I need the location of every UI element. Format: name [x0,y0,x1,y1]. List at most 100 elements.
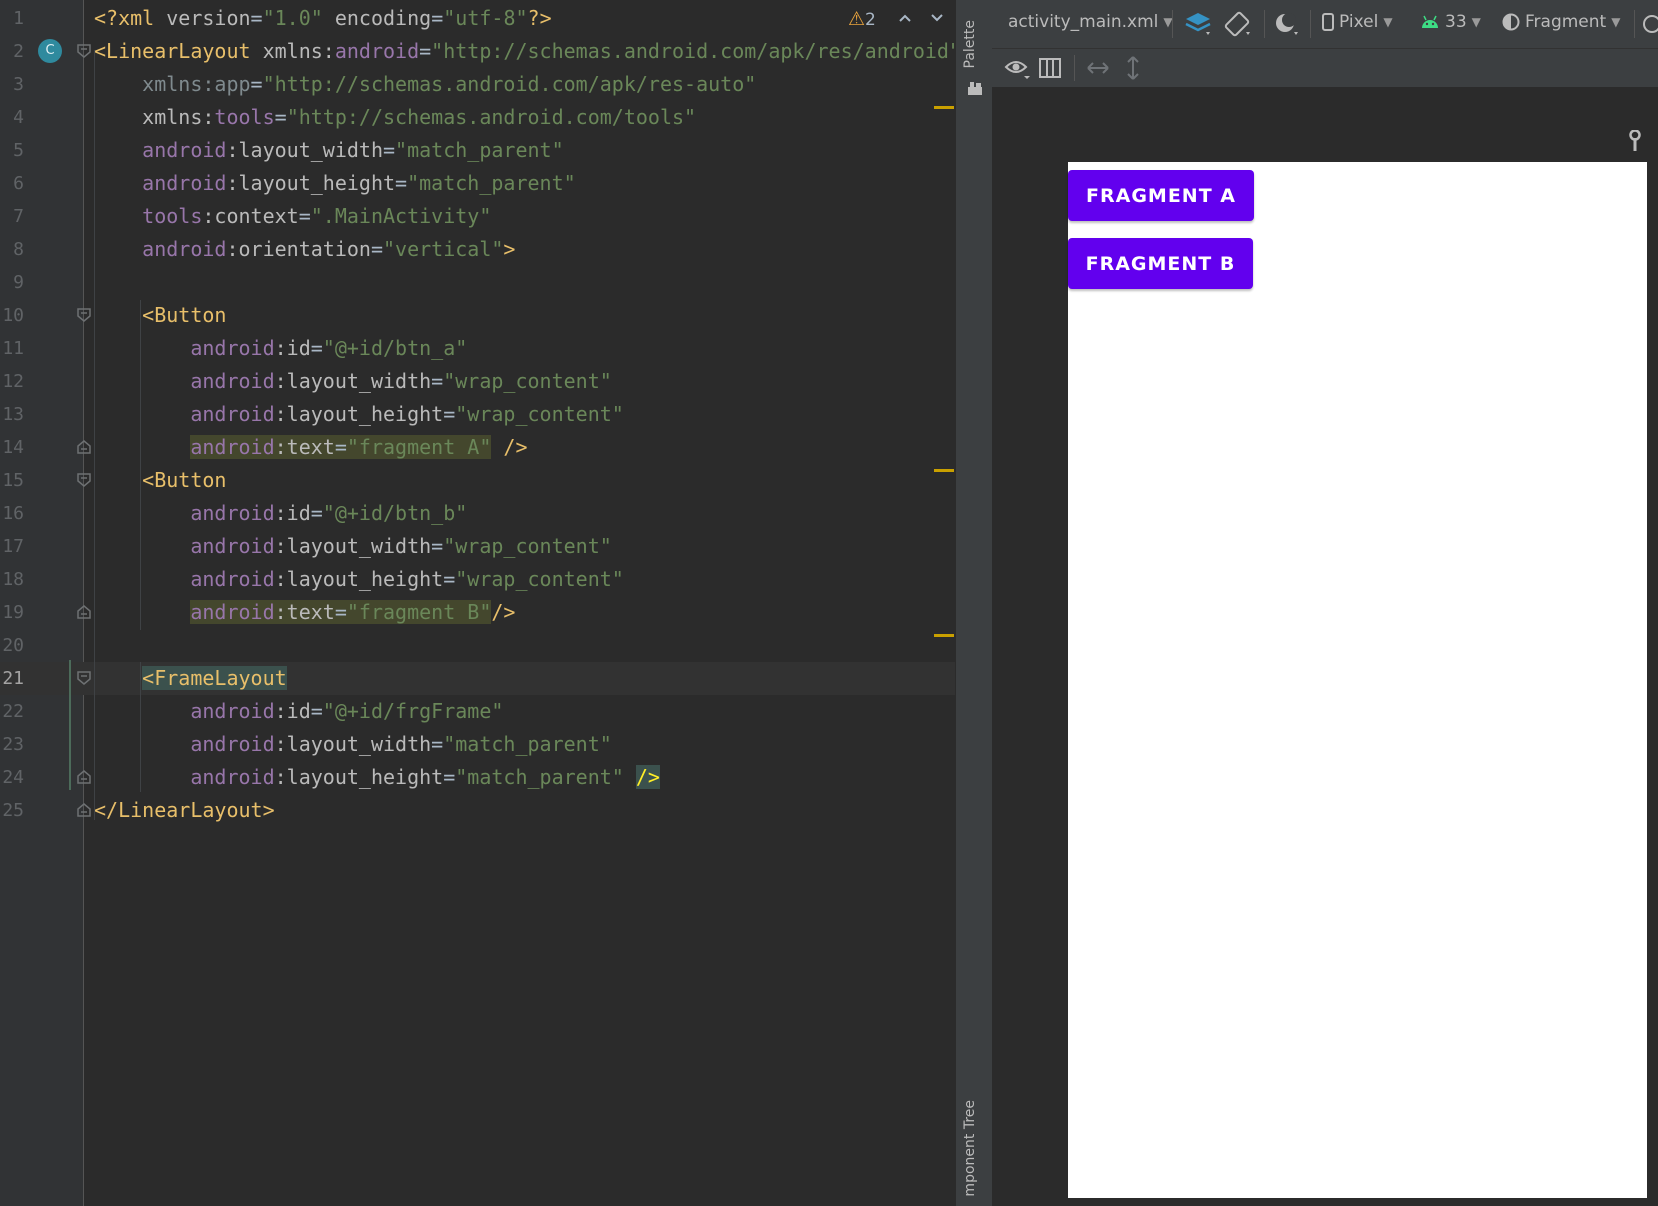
line-number: 4 [13,107,24,128]
api-level-selector[interactable]: 33 ▼ [1420,12,1481,32]
line-number: 8 [13,239,24,260]
device-selector[interactable]: Pixel ▼ [1322,12,1393,32]
scroll-marker[interactable] [934,106,954,109]
vertical-resize-icon[interactable] [1124,55,1142,85]
line-number: 11 [2,338,24,359]
code-text: xmlns:app="http://schemas.android.com/ap… [94,72,757,96]
code-text: <FrameLayout [142,666,287,690]
code-line[interactable]: 13 android:layout_height="wrap_content" [0,398,955,431]
design-toolbar: activity_main.xml ▼ Pixel ▼ 33 ▼ Fragmen… [992,0,1658,49]
line-number: 19 [2,602,24,623]
line-number: 7 [13,206,24,227]
scroll-marker[interactable] [934,469,954,472]
code-text: <Button [94,468,227,492]
line-number: 10 [2,305,24,326]
palette-tab[interactable]: Palette [962,20,978,69]
code-text: android:layout_height="match_parent" [94,171,576,195]
file-selector[interactable]: activity_main.xml ▼ [1008,12,1173,32]
design-canvas[interactable]: FRAGMENT A FRAGMENT B [992,88,1658,1206]
code-line[interactable]: 19 android:text="fragment B"/> [0,596,955,629]
code-line[interactable]: 18 android:layout_height="wrap_content" [0,563,955,596]
code-line[interactable]: 9 [0,266,955,299]
toolbar-separator [1172,10,1173,38]
code-text: <LinearLayout xmlns:android="http://sche… [94,39,955,63]
line-number: 3 [13,74,24,95]
next-highlight-button[interactable] [930,8,944,27]
line-number: 14 [2,437,24,458]
code-line[interactable]: 11 android:id="@+id/btn_a" [0,332,955,365]
code-text: android:layout_width="match_parent" [94,138,564,162]
code-line[interactable]: 21 <FrameLayout [0,662,955,695]
code-line[interactable]: 20 [0,629,955,662]
indent-guide [140,300,141,470]
palette-icon[interactable] [967,80,983,100]
code-line[interactable]: 10 <Button [0,299,955,332]
code-line[interactable]: 25 </LinearLayout> [0,794,955,827]
line-number: 5 [13,140,24,161]
theme-selector[interactable]: Fragment ▼ [1502,12,1620,32]
code-editor[interactable]: 1 <?xml version="1.0" encoding="utf-8"?> 2… [0,0,955,1206]
design-sub-toolbar [992,49,1658,88]
code-line[interactable]: 12 android:layout_width="wrap_content" [0,365,955,398]
code-line[interactable]: 15 <Button [0,464,955,497]
line-number: 12 [2,371,24,392]
code-line[interactable]: 2 <LinearLayout xmlns:android="http://sch… [0,35,955,68]
blueprint-icon[interactable] [1038,57,1062,83]
fold-collapse-icon[interactable] [77,770,91,784]
fragment-b-button[interactable]: FRAGMENT B [1068,238,1253,289]
code-line[interactable]: 3 xmlns:app="http://schemas.android.com/… [0,68,955,101]
line-number: 17 [2,536,24,557]
code-line[interactable]: 4 xmlns:tools="http://schemas.android.co… [0,101,955,134]
code-line[interactable]: 14 android:text="fragment A" /> [0,431,955,464]
night-mode-icon[interactable] [1272,10,1302,43]
code-line[interactable]: 22 android:id="@+id/frgFrame" [0,695,955,728]
warning-indicator[interactable]: ⚠2 [848,8,876,30]
code-line[interactable]: 5 android:layout_width="match_parent" [0,134,955,167]
line-number: 24 [2,767,24,788]
toolbar-separator [1264,10,1265,38]
wrench-icon[interactable] [1628,129,1642,156]
code-line[interactable]: 7 tools:context=".MainActivity" [0,200,955,233]
fragment-a-button[interactable]: FRAGMENT A [1068,170,1254,221]
code-text: android:id="@+id/btn_a" [94,336,468,360]
orientation-icon[interactable] [1224,10,1254,43]
fold-expand-icon[interactable] [77,308,91,322]
fold-collapse-icon[interactable] [77,440,91,454]
code-line[interactable]: 1 <?xml version="1.0" encoding="utf-8"?> [0,2,955,35]
theme-icon [1502,13,1520,31]
line-number: 13 [2,404,24,425]
layers-icon[interactable] [1184,10,1214,43]
fold-expand-icon[interactable] [77,44,91,58]
fold-expand-icon[interactable] [77,671,91,685]
line-number: 23 [2,734,24,755]
fold-collapse-icon[interactable] [77,605,91,619]
api-level: 33 [1445,12,1467,32]
device-preview[interactable]: FRAGMENT A FRAGMENT B [1068,162,1647,1198]
scroll-marker[interactable] [934,634,954,637]
code-text: android:layout_width="match_parent" [94,732,612,756]
line-number: 21 [2,668,24,689]
horizontal-resize-icon[interactable] [1086,59,1110,81]
prev-highlight-button[interactable] [898,8,912,27]
toolbar-separator [1310,10,1311,38]
fold-collapse-icon[interactable] [77,803,91,817]
code-line[interactable]: 23 android:layout_width="match_parent" [0,728,955,761]
code-line[interactable]: 17 android:layout_width="wrap_content" [0,530,955,563]
code-text: android:text="fragment A" /> [190,435,528,459]
chevron-down-icon [931,14,943,22]
code-line[interactable]: 24 android:layout_height="match_parent" … [0,761,955,794]
code-text: android:text="fragment B"/> [190,600,516,624]
code-text: <Button [94,303,227,327]
code-line[interactable]: 16 android:id="@+id/btn_b" [0,497,955,530]
code-text: android:layout_height="wrap_content" [94,567,624,591]
class-badge-icon[interactable]: C [38,39,62,63]
fold-expand-icon[interactable] [77,473,91,487]
eye-icon[interactable] [1004,57,1032,85]
warning-icon: ⚠ [848,8,866,30]
chevron-down-icon: ▼ [1611,15,1621,29]
code-line[interactable]: 6 android:layout_height="match_parent" [0,167,955,200]
locale-icon[interactable] [1642,14,1658,39]
component-tree-tab[interactable]: mponent Tree [962,1100,978,1197]
phone-icon [1322,13,1334,31]
code-line[interactable]: 8 android:orientation="vertical"> [0,233,955,266]
